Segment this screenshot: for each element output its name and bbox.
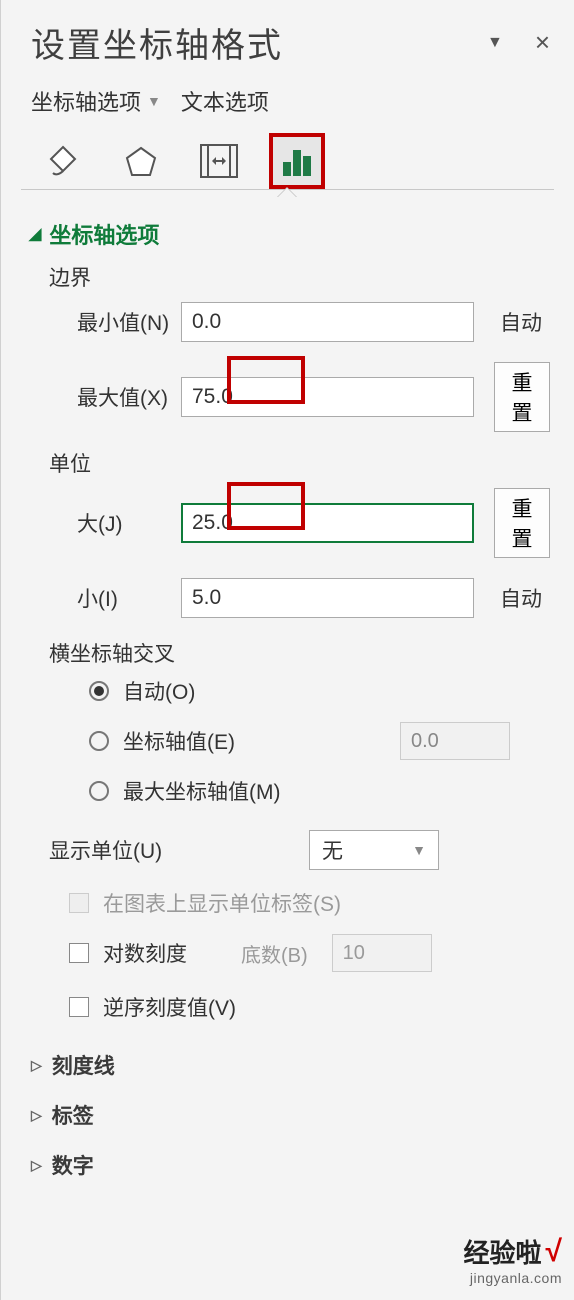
chevron-down-icon: ▼ [412, 842, 426, 858]
collapse-icon: ◢ [29, 224, 41, 244]
radio-icon [89, 731, 109, 751]
category-icons [1, 123, 574, 189]
radio-auto-label: 自动(O) [123, 676, 195, 706]
panel-title: 设置坐标轴格式 [31, 18, 283, 67]
reverse-label: 逆序刻度值(V) [103, 992, 236, 1022]
row-minor: 小(I) 自动 [49, 568, 550, 628]
chevron-down-icon: ▼ [147, 93, 161, 109]
section-labels[interactable]: ▷ 标签 [1, 1090, 574, 1140]
minor-label: 小(I) [49, 583, 181, 613]
size-properties-icon[interactable] [191, 133, 247, 189]
axis-value-input [400, 722, 510, 760]
row-major: 大(J) 重置 [49, 478, 550, 568]
effects-icon[interactable] [113, 133, 169, 189]
section-number[interactable]: ▷ 数字 [1, 1140, 574, 1190]
expand-icon: ▷ [31, 1107, 42, 1124]
expand-icon: ▷ [31, 1157, 42, 1174]
section-header-axis-options[interactable]: ◢ 坐标轴选项 [29, 218, 550, 250]
log-scale-checkbox[interactable] [69, 943, 89, 963]
show-unit-label-checkbox [69, 893, 89, 913]
tab-pointer [1, 190, 574, 204]
min-label: 最小值(N) [49, 307, 181, 337]
show-unit-label-text: 在图表上显示单位标签(S) [103, 888, 341, 918]
radio-icon [89, 781, 109, 801]
panel-menu-dropdown-icon[interactable]: ▼ [487, 34, 503, 52]
section-ticks[interactable]: ▷ 刻度线 [1, 1040, 574, 1090]
radio-max-axis-label: 最大坐标轴值(M) [123, 776, 280, 806]
log-scale-row: 对数刻度 底数(B) [49, 928, 550, 982]
panel-title-row: 设置坐标轴格式 ▼ × [1, 0, 574, 75]
minor-auto-label: 自动 [500, 583, 542, 613]
subtab-axis-options-label: 坐标轴选项 [31, 85, 141, 117]
major-reset-button[interactable]: 重置 [494, 488, 550, 558]
subtab-axis-options[interactable]: 坐标轴选项 ▼ [31, 85, 161, 117]
watermark-url: jingyanla.com [464, 1270, 562, 1286]
radio-axis-value-label: 坐标轴值(E) [123, 726, 235, 756]
show-unit-label-row: 在图表上显示单位标签(S) [49, 878, 550, 928]
watermark: 经验啦 √ jingyanla.com [464, 1233, 562, 1286]
max-input[interactable] [181, 377, 474, 417]
reverse-checkbox[interactable] [69, 997, 89, 1017]
reverse-row[interactable]: 逆序刻度值(V) [49, 982, 550, 1040]
watermark-text: 经验啦 [464, 1233, 542, 1270]
expand-icon: ▷ [31, 1057, 42, 1074]
min-auto-label: 自动 [500, 307, 542, 337]
display-unit-select[interactable]: 无 ▼ [309, 830, 439, 870]
axis-options-icon[interactable] [269, 133, 325, 189]
subtab-text-options-label: 文本选项 [181, 85, 269, 117]
row-max: 最大值(X) 重置 [49, 352, 550, 442]
max-reset-button[interactable]: 重置 [494, 362, 550, 432]
radio-auto[interactable]: 自动(O) [49, 668, 550, 714]
close-icon[interactable]: × [535, 27, 550, 58]
major-input[interactable] [181, 503, 474, 543]
radio-max-axis[interactable]: 最大坐标轴值(M) [49, 768, 550, 814]
format-axis-panel: 设置坐标轴格式 ▼ × 坐标轴选项 ▼ 文本选项 ◢ [0, 0, 574, 1300]
display-unit-row: 显示单位(U) 无 ▼ [49, 814, 550, 878]
section-header-label: 坐标轴选项 [49, 218, 159, 250]
max-label: 最大值(X) [49, 382, 181, 412]
display-unit-value: 无 [322, 835, 343, 865]
radio-icon [89, 681, 109, 701]
cross-title: 横坐标轴交叉 [49, 628, 550, 668]
bounds-title: 边界 [49, 256, 550, 292]
subtabs: 坐标轴选项 ▼ 文本选项 [1, 75, 574, 123]
section-labels-label: 标签 [52, 1100, 94, 1130]
row-min: 最小值(N) 自动 [49, 292, 550, 352]
minor-input[interactable] [181, 578, 474, 618]
log-base-label: 底数(B) [241, 939, 308, 968]
display-unit-label: 显示单位(U) [49, 835, 309, 865]
log-base-input [332, 934, 432, 972]
section-ticks-label: 刻度线 [52, 1050, 115, 1080]
check-icon: √ [546, 1235, 562, 1269]
subtab-text-options[interactable]: 文本选项 [181, 85, 269, 117]
min-input[interactable] [181, 302, 474, 342]
log-scale-label: 对数刻度 [103, 938, 187, 968]
major-label: 大(J) [49, 508, 181, 538]
units-title: 单位 [49, 442, 550, 478]
section-number-label: 数字 [52, 1150, 94, 1180]
axis-options-section: ◢ 坐标轴选项 边界 最小值(N) 自动 最大值(X) 重置 单位 大(J) 重… [1, 204, 574, 1040]
radio-axis-value[interactable]: 坐标轴值(E) [49, 714, 550, 768]
fill-line-icon[interactable] [35, 133, 91, 189]
